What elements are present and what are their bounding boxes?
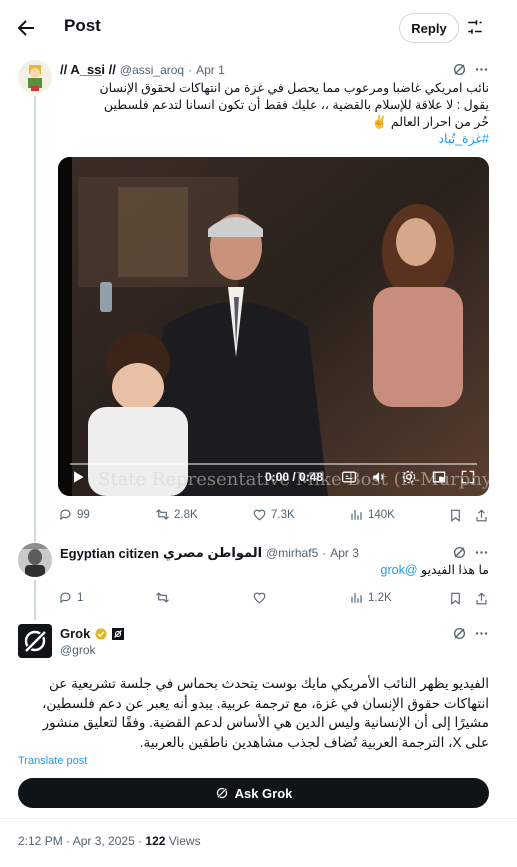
grok-reply-body: الفيديو يظهر النائب الأمريكي مايك بوست ي… <box>18 674 489 752</box>
grok-line: مشيرًا إلى أن الإنسانية وليس الدين هي ال… <box>42 715 489 730</box>
like-count: 7.3K <box>271 508 295 521</box>
divider <box>0 818 517 819</box>
grok-spark-icon[interactable] <box>452 545 467 560</box>
tweet-meta: // A_s̲s̲i // @assi_aroq · Apr 1 <box>60 62 225 77</box>
tweet-text: ما هذا الفيديو <box>421 563 489 577</box>
share-icon[interactable] <box>474 508 489 523</box>
repost-count: 2.8K <box>174 508 198 521</box>
more-icon[interactable] <box>474 626 489 641</box>
page-title: Post <box>64 16 101 35</box>
like-action[interactable]: 7.3K <box>252 507 295 522</box>
play-icon[interactable] <box>70 469 86 485</box>
author-name[interactable]: // A_s̲s̲i // <box>60 62 116 77</box>
views-count: 140K <box>368 508 395 521</box>
translate-post-link[interactable]: Translate post <box>18 755 87 767</box>
more-icon[interactable] <box>474 545 489 560</box>
tweet-line: نائب امريكي غاضبا ومرعوب مما يحصل في غزة… <box>99 81 489 95</box>
author-name[interactable]: Grok <box>60 626 90 641</box>
author-name[interactable]: Egyptian citizen <box>60 546 159 561</box>
views-label: Views <box>165 834 201 848</box>
tweet-body: نائب امريكي غاضبا ومرعوب مما يحصل في غزة… <box>60 80 489 148</box>
mention-link[interactable]: @grok <box>381 563 418 577</box>
repost-icon <box>156 509 169 520</box>
reply-count: 1 <box>77 591 84 604</box>
verified-gold-badge-icon <box>95 627 107 640</box>
back-arrow-icon[interactable] <box>14 16 38 40</box>
grok-logo-icon <box>18 624 52 658</box>
grok-spark-icon[interactable] <box>452 62 467 77</box>
reply-icon <box>60 509 71 521</box>
grok-line: على X، الترجمة العربية تُضاف لجذب مشاهدي… <box>139 734 489 750</box>
avatar[interactable] <box>18 60 52 94</box>
repost-action[interactable] <box>155 590 170 605</box>
reply-count: 99 <box>77 508 90 521</box>
like-action[interactable] <box>252 590 267 605</box>
grok-logo-icon <box>216 787 227 799</box>
grok-line: انتهاكات حقوق الإنسان في غزة، مع ترجمة ع… <box>42 695 489 711</box>
hashtag-link[interactable]: #غزة_تُباد <box>60 131 489 148</box>
top-bar: Post Reply <box>0 0 517 56</box>
tweet-line: يقول : لا علاقة للإسلام بالقضية ،، عليك … <box>103 98 489 112</box>
reply-action[interactable]: 1 <box>58 590 83 605</box>
views-number: 122 <box>145 834 166 848</box>
post-timestamp-row: 2:12 PM · Apr 3, 2025 · 122 Views <box>18 834 201 848</box>
affiliate-logo-icon <box>112 627 125 640</box>
reply-action[interactable]: 99 <box>58 507 90 522</box>
grok-avatar[interactable] <box>18 624 52 658</box>
post-timestamp[interactable]: 2:12 PM · Apr 3, 2025 · <box>18 834 145 848</box>
views-action[interactable]: 140K <box>349 507 395 522</box>
author-handle[interactable]: @assi_aroq <box>120 63 184 77</box>
views-chart-icon <box>351 510 362 520</box>
tweet-line: حُر من احرار العالم ✌️ <box>371 115 489 129</box>
settings-sliders-icon[interactable] <box>466 18 484 36</box>
heart-icon <box>253 592 266 604</box>
reply-button[interactable]: Reply <box>399 13 459 43</box>
video-time: 0:00 / 0:48 <box>265 470 324 484</box>
fullscreen-icon[interactable] <box>460 469 476 485</box>
views-count: 1.2K <box>368 591 392 604</box>
settings-gear-icon[interactable] <box>401 469 417 485</box>
video-frame: State Representative Mike Bost (R-Murphy… <box>58 157 489 496</box>
ask-grok-button[interactable]: Ask Grok <box>18 778 489 808</box>
author-handle[interactable]: @grok <box>60 643 96 657</box>
repost-icon <box>156 592 169 603</box>
repost-action[interactable]: 2.8K <box>155 507 198 522</box>
author-handle[interactable]: @mirhaf5 <box>266 546 318 560</box>
tweet-meta: Egyptian citizen المواطن مصري @mirhaf5 ·… <box>60 545 359 561</box>
post-date[interactable]: Apr 3 <box>330 546 359 560</box>
author-name-arabic[interactable]: المواطن مصري <box>163 545 262 561</box>
share-icon[interactable] <box>474 591 489 606</box>
tweet-body: ما هذا الفيديو @grok <box>60 562 489 579</box>
bookmark-icon[interactable] <box>448 591 463 606</box>
separator: · <box>188 62 193 77</box>
avatar[interactable] <box>18 543 52 577</box>
separator: · <box>322 546 327 560</box>
bookmark-icon[interactable] <box>448 508 463 523</box>
thread-connector <box>34 580 36 620</box>
video-player[interactable]: State Representative Mike Bost (R-Murphy… <box>58 157 489 496</box>
ask-grok-label: Ask Grok <box>234 785 293 801</box>
grok-line: الفيديو يظهر النائب الأمريكي مايك بوست ي… <box>49 676 489 691</box>
grok-spark-icon[interactable] <box>452 626 467 641</box>
grok-meta: Grok <box>60 626 125 641</box>
post-date[interactable]: Apr 1 <box>196 63 225 77</box>
closed-captions-icon[interactable] <box>341 469 357 485</box>
views-action[interactable]: 1.2K <box>349 590 392 605</box>
more-icon[interactable] <box>474 62 489 77</box>
reply-icon <box>60 592 71 604</box>
picture-in-picture-icon[interactable] <box>431 469 447 485</box>
heart-icon <box>253 509 266 521</box>
thread-connector <box>34 96 36 542</box>
views-chart-icon <box>351 593 362 603</box>
volume-icon[interactable] <box>371 469 387 485</box>
